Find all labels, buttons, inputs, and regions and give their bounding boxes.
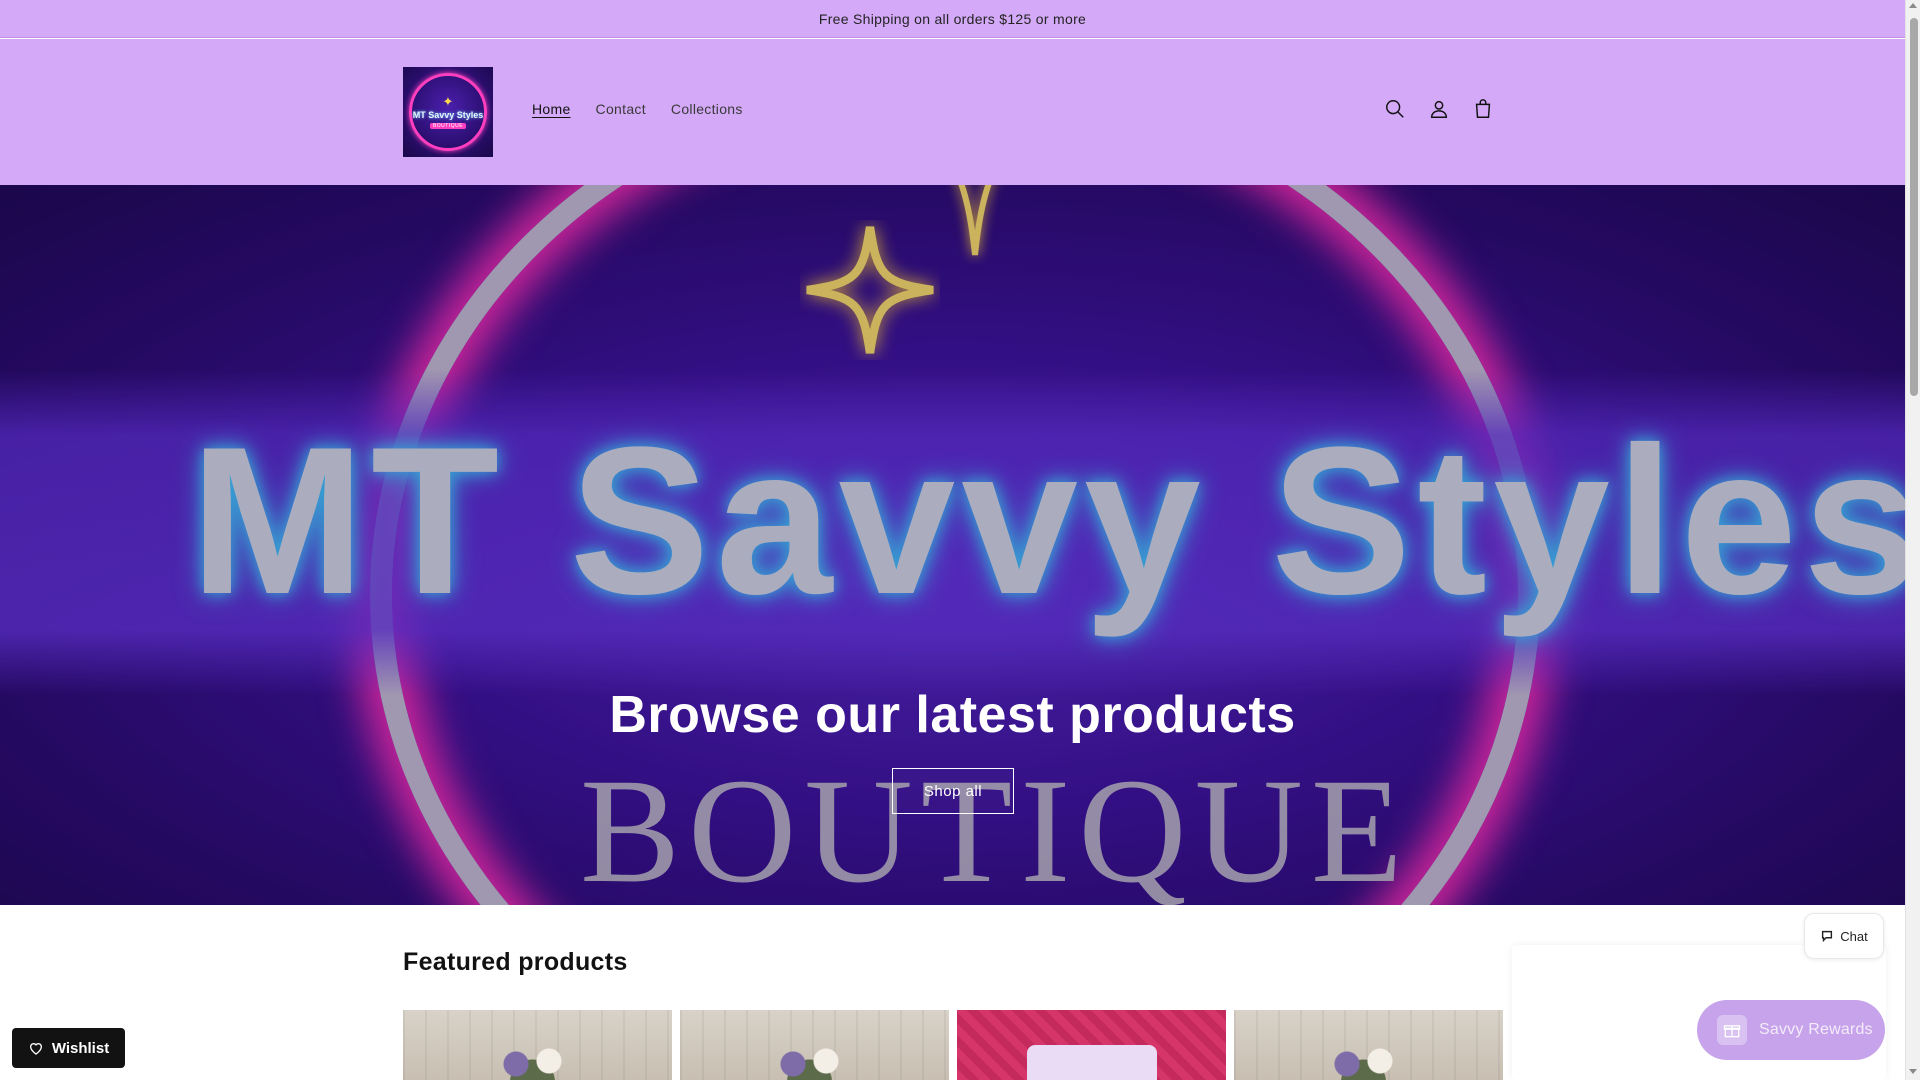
announcement-text: Free Shipping on all orders $125 or more xyxy=(818,10,1087,27)
nav-link-collections[interactable]: Collections xyxy=(671,101,743,117)
search-icon[interactable] xyxy=(1383,97,1407,121)
chat-button[interactable]: Chat xyxy=(1804,913,1884,959)
product-card-1[interactable] xyxy=(403,1010,672,1080)
heart-icon xyxy=(29,1043,42,1055)
chat-bubble-icon xyxy=(1822,930,1833,943)
product-card-4[interactable] xyxy=(1234,1010,1503,1080)
wishlist-label: Wishlist xyxy=(51,1039,110,1057)
account-icon[interactable] xyxy=(1427,97,1451,121)
logo-star-icon: ✦ xyxy=(442,94,454,109)
scroll-thumb[interactable] xyxy=(1910,18,1918,396)
product-card-3[interactable] xyxy=(957,1010,1226,1080)
nav-link-home[interactable]: Home xyxy=(532,101,571,117)
announcement-bar: Free Shipping on all orders $125 or more xyxy=(0,0,1905,38)
rewards-label: Savvy Rewards xyxy=(1759,1021,1873,1038)
shop-all-button[interactable]: Shop all xyxy=(892,768,1014,814)
logo-brand-text: MT Savvy Styles xyxy=(412,110,484,120)
hero-heading: Browse our latest products xyxy=(609,686,1296,744)
nav-link-contact[interactable]: Contact xyxy=(596,101,646,117)
rewards-button[interactable]: Savvy Rewards xyxy=(1697,1000,1885,1060)
product-card-2[interactable] xyxy=(680,1010,949,1080)
rewards-gift-icon xyxy=(1717,1015,1747,1045)
main-nav: Home Contact Collections xyxy=(532,101,768,117)
page-scrollbar[interactable] xyxy=(1905,0,1920,1080)
wishlist-button[interactable]: Wishlist xyxy=(12,1028,125,1068)
scroll-down-icon[interactable] xyxy=(1909,1069,1917,1074)
chat-label: Chat xyxy=(1840,928,1868,944)
scroll-up-icon[interactable] xyxy=(1909,3,1917,8)
product-pillow-image xyxy=(1027,1045,1157,1080)
logo-sub-text: BOUTIQUE xyxy=(429,123,467,129)
hero-banner: MT Savvy Styles BOUTIQUE Browse our late… xyxy=(0,185,1905,905)
cart-icon[interactable] xyxy=(1471,97,1495,121)
site-header: ✦ MT Savvy Styles BOUTIQUE Home Contact … xyxy=(0,39,1905,185)
featured-products-title: Featured products xyxy=(403,948,628,976)
header-icons xyxy=(1383,97,1495,121)
logo-neon-ring: ✦ MT Savvy Styles BOUTIQUE xyxy=(409,73,487,151)
store-logo[interactable]: ✦ MT Savvy Styles BOUTIQUE xyxy=(403,67,493,157)
